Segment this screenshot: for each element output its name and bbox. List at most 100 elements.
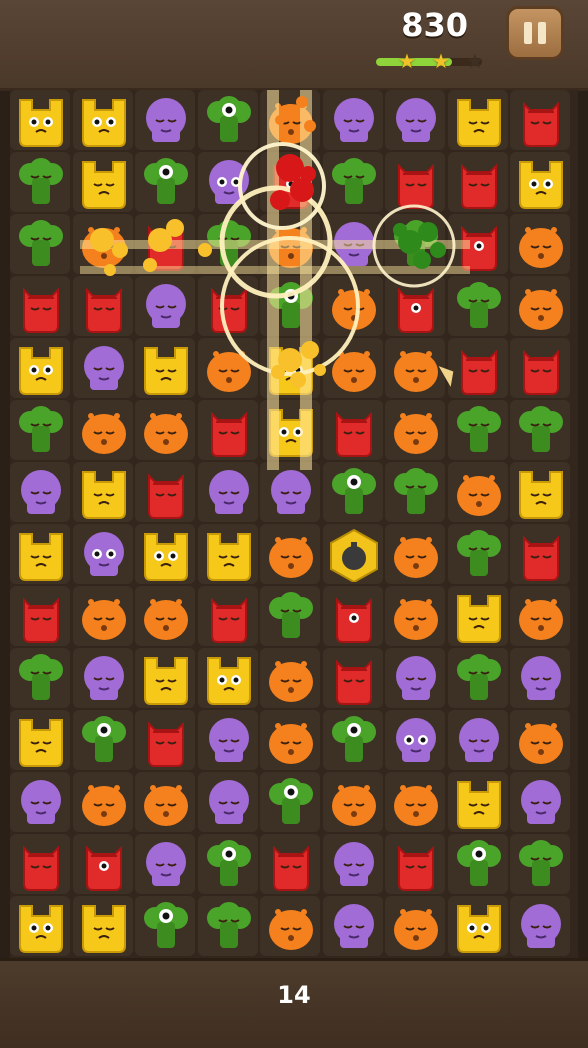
board-cell[interactable]	[72, 214, 133, 274]
board-cell[interactable]	[260, 152, 320, 212]
board-cell[interactable]	[447, 524, 508, 584]
board-cell[interactable]	[322, 586, 383, 646]
board-cell[interactable]	[135, 834, 195, 894]
board-cell[interactable]	[72, 524, 133, 584]
board-cell[interactable]	[385, 648, 445, 708]
board-cell[interactable]	[447, 214, 508, 274]
board-cell[interactable]	[510, 462, 570, 522]
board-cell[interactable]	[10, 338, 70, 398]
board-cell[interactable]	[260, 276, 320, 336]
board-cell[interactable]	[10, 586, 70, 646]
board-cell[interactable]	[385, 90, 445, 150]
board-cell[interactable]	[135, 772, 195, 832]
board-cell[interactable]	[197, 772, 258, 832]
board-cell[interactable]	[447, 90, 508, 150]
board-cell[interactable]	[385, 152, 445, 212]
board-cell[interactable]	[72, 462, 133, 522]
board-cell[interactable]	[385, 710, 445, 770]
board-cell[interactable]	[10, 834, 70, 894]
board-cell[interactable]	[72, 152, 133, 212]
board-cell[interactable]	[10, 400, 70, 460]
board-cell[interactable]	[322, 462, 383, 522]
board-cell[interactable]	[385, 462, 445, 522]
board-cell[interactable]	[322, 834, 383, 894]
pause-button[interactable]	[506, 6, 564, 60]
board-cell[interactable]	[135, 152, 195, 212]
board-cell[interactable]	[72, 834, 133, 894]
board-cell[interactable]	[10, 462, 70, 522]
board-cell[interactable]	[135, 338, 195, 398]
board-cell[interactable]	[447, 276, 508, 336]
board-cell[interactable]	[385, 586, 445, 646]
board-cell[interactable]	[510, 710, 570, 770]
board-cell[interactable]	[260, 524, 320, 584]
board-cell[interactable]	[510, 648, 570, 708]
board-cell[interactable]	[10, 90, 70, 150]
board-cell[interactable]	[322, 152, 383, 212]
board-cell[interactable]	[510, 338, 570, 398]
board-cell[interactable]	[260, 834, 320, 894]
board-cell[interactable]	[135, 276, 195, 336]
board-cell[interactable]	[510, 90, 570, 150]
board-cell[interactable]	[197, 896, 258, 956]
board-cell[interactable]	[385, 524, 445, 584]
board-cell[interactable]	[10, 772, 70, 832]
board-cell[interactable]	[72, 772, 133, 832]
board-cell[interactable]	[322, 276, 383, 336]
board-cell[interactable]	[10, 214, 70, 274]
board-cell[interactable]	[322, 896, 383, 956]
board-cell[interactable]	[447, 710, 508, 770]
board-cell[interactable]	[510, 834, 570, 894]
board-cell[interactable]	[510, 772, 570, 832]
board-cell[interactable]	[197, 152, 258, 212]
board-cell[interactable]	[10, 276, 70, 336]
board-cell[interactable]	[385, 772, 445, 832]
board-cell[interactable]	[135, 462, 195, 522]
board-cell[interactable]	[260, 772, 320, 832]
board-cell[interactable]	[197, 462, 258, 522]
board-cell[interactable]	[260, 90, 320, 150]
board-cell[interactable]	[510, 524, 570, 584]
board-cell[interactable]	[135, 710, 195, 770]
board-cell[interactable]	[510, 586, 570, 646]
board-cell[interactable]	[385, 896, 445, 956]
board-cell[interactable]	[72, 90, 133, 150]
board-cell[interactable]	[322, 338, 383, 398]
board-cell[interactable]	[197, 524, 258, 584]
board-cell[interactable]	[385, 276, 445, 336]
board-cell[interactable]	[260, 648, 320, 708]
board-cell[interactable]	[322, 214, 383, 274]
board-cell[interactable]	[72, 400, 133, 460]
board-cell[interactable]	[10, 524, 70, 584]
board-cell[interactable]	[197, 214, 258, 274]
board-cell[interactable]	[135, 400, 195, 460]
board-cell[interactable]	[447, 896, 508, 956]
board-cell[interactable]	[447, 338, 508, 398]
board-cell[interactable]	[72, 896, 133, 956]
board-cell[interactable]	[447, 400, 508, 460]
board-cell[interactable]	[197, 90, 258, 150]
board-cell[interactable]	[135, 648, 195, 708]
board-cell[interactable]	[260, 710, 320, 770]
board-cell[interactable]	[135, 90, 195, 150]
board-cell[interactable]	[385, 834, 445, 894]
board-cell[interactable]	[385, 338, 445, 398]
board-cell[interactable]	[135, 896, 195, 956]
board-cell[interactable]	[10, 152, 70, 212]
board-cell[interactable]	[72, 710, 133, 770]
board-cell[interactable]	[322, 772, 383, 832]
board-cell[interactable]	[322, 90, 383, 150]
board-cell[interactable]	[10, 648, 70, 708]
board-cell[interactable]	[260, 462, 320, 522]
board-cell[interactable]	[322, 710, 383, 770]
board-cell[interactable]	[510, 276, 570, 336]
board-cell[interactable]	[260, 586, 320, 646]
board-cell[interactable]	[72, 276, 133, 336]
board-cell[interactable]	[447, 772, 508, 832]
board-cell[interactable]	[72, 648, 133, 708]
board-cell[interactable]	[447, 462, 508, 522]
board-cell[interactable]	[197, 710, 258, 770]
board-cell[interactable]	[447, 648, 508, 708]
board-cell[interactable]	[260, 896, 320, 956]
board-cell[interactable]	[197, 400, 258, 460]
